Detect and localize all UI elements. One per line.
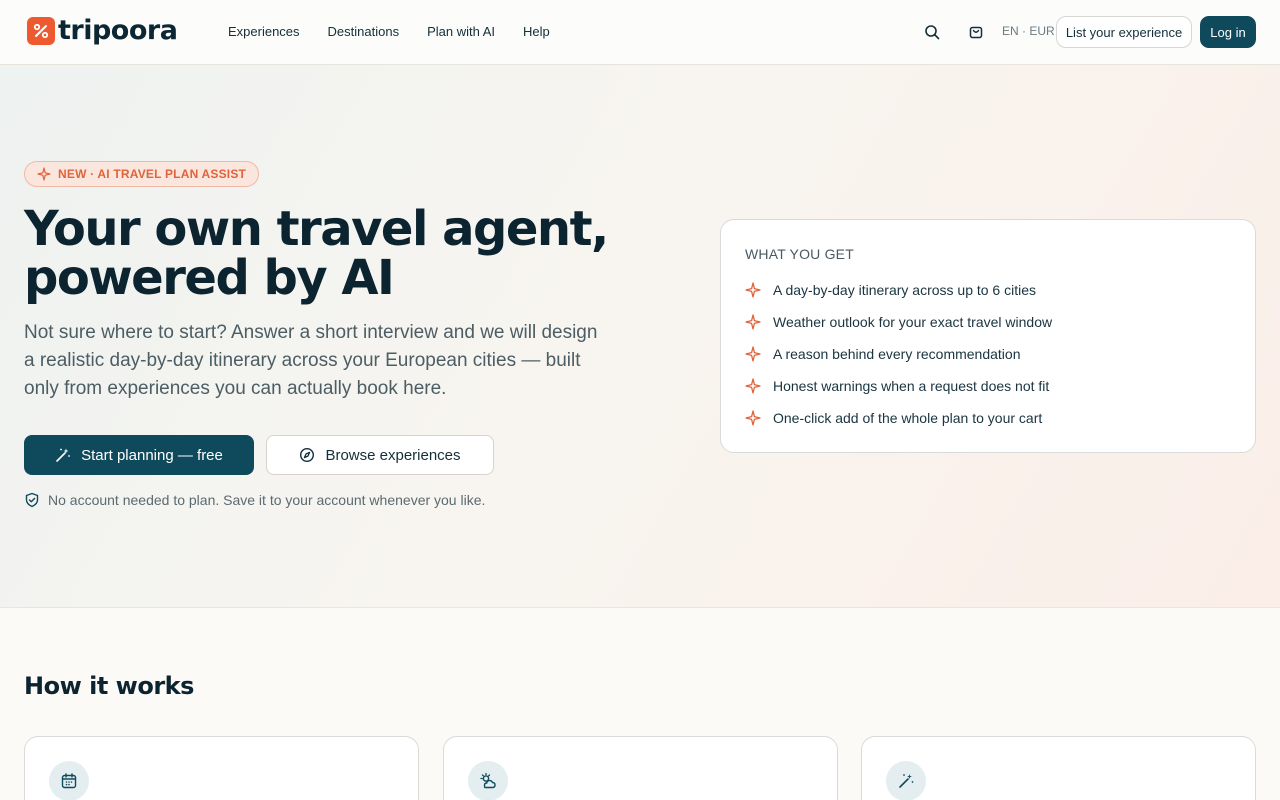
browse-experiences-button[interactable]: Browse experiences bbox=[266, 435, 494, 475]
start-planning-button[interactable]: Start planning — free bbox=[24, 435, 254, 475]
top-nav: tripoora Experiences Destinations Plan w… bbox=[0, 0, 1280, 65]
sparkle-icon bbox=[745, 314, 761, 330]
feature-item: Honest warnings when a request does not … bbox=[745, 378, 1049, 394]
feature-item: A day-by-day itinerary across up to 6 ci… bbox=[745, 282, 1036, 298]
feature-item: A reason behind every recommendation bbox=[745, 346, 1020, 362]
hero-title: Your own travel agent, powered by AI bbox=[24, 205, 664, 303]
magic-wand-icon bbox=[56, 448, 71, 462]
step-card bbox=[24, 736, 419, 800]
feature-item: One-click add of the whole plan to your … bbox=[745, 410, 1042, 426]
no-account-note: No account needed to plan. Save it to yo… bbox=[24, 492, 485, 508]
feature-item: Weather outlook for your exact travel wi… bbox=[745, 314, 1052, 330]
nav-link-experiences[interactable]: Experiences bbox=[228, 24, 300, 39]
step-card bbox=[443, 736, 838, 800]
logo-text: tripoora bbox=[58, 15, 178, 46]
sparkle-icon bbox=[745, 378, 761, 394]
nav-link-destinations[interactable]: Destinations bbox=[328, 24, 400, 39]
nav-link-help[interactable]: Help bbox=[523, 24, 550, 39]
weather-icon bbox=[468, 761, 508, 800]
magic-wand-icon bbox=[886, 761, 926, 800]
badge-label: NEW · AI TRAVEL PLAN ASSIST bbox=[58, 167, 247, 181]
nav-link-plan-with-ai[interactable]: Plan with AI bbox=[427, 24, 495, 39]
list-experience-button[interactable]: List your experience bbox=[1056, 16, 1192, 48]
logo-mark-icon bbox=[27, 17, 55, 45]
login-button[interactable]: Log in bbox=[1200, 16, 1256, 48]
sparkle-icon bbox=[745, 410, 761, 426]
search-icon[interactable] bbox=[922, 22, 942, 42]
sparkle-icon bbox=[37, 167, 51, 181]
sparkle-icon bbox=[745, 346, 761, 362]
feature-text: A day-by-day itinerary across up to 6 ci… bbox=[773, 282, 1037, 298]
no-account-note-text: No account needed to plan. Save it to yo… bbox=[48, 492, 486, 508]
new-feature-badge: NEW · AI TRAVEL PLAN ASSIST bbox=[24, 161, 260, 187]
hero-section: NEW · AI TRAVEL PLAN ASSIST Your own tra… bbox=[0, 65, 1280, 608]
logo[interactable]: tripoora bbox=[27, 15, 178, 46]
feature-text: Weather outlook for your exact travel wi… bbox=[773, 314, 1053, 330]
card-title: WHAT YOU GET bbox=[745, 246, 854, 262]
shopping-bag-icon[interactable] bbox=[966, 22, 986, 42]
how-it-works-title: How it works bbox=[24, 672, 194, 700]
what-you-get-card: WHAT YOU GET A day-by-day itinerary acro… bbox=[720, 219, 1256, 453]
feature-text: A reason behind every recommendation bbox=[773, 346, 1021, 362]
shield-check-icon bbox=[25, 492, 39, 508]
compass-icon bbox=[300, 447, 315, 463]
feature-text: One-click add of the whole plan to your … bbox=[773, 410, 1043, 426]
hero-title-line-1: Your own travel agent, bbox=[24, 201, 609, 257]
browse-experiences-label: Browse experiences bbox=[325, 446, 461, 464]
start-planning-label: Start planning — free bbox=[81, 446, 223, 464]
hero-title-line-2: powered by AI bbox=[24, 250, 395, 306]
locale-selector[interactable]: EN · EUR bbox=[1002, 24, 1055, 38]
calendar-icon bbox=[49, 761, 89, 800]
sparkle-icon bbox=[745, 282, 761, 298]
hero-lead: Not sure where to start? Answer a short … bbox=[24, 322, 598, 399]
feature-text: Honest warnings when a request does not … bbox=[773, 378, 1050, 394]
step-card bbox=[861, 736, 1256, 800]
nav-links: Experiences Destinations Plan with AI He… bbox=[228, 24, 550, 39]
